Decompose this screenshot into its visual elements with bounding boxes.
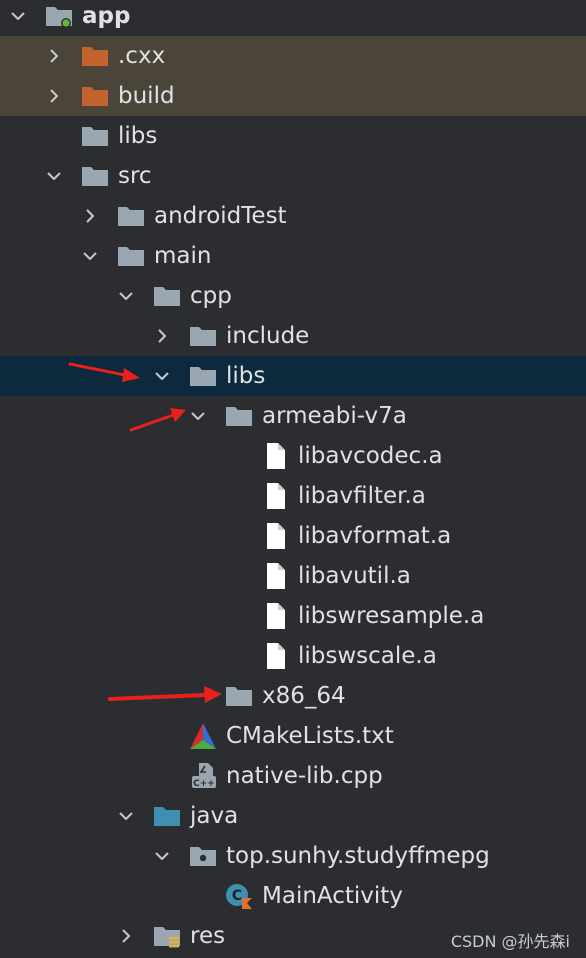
folder-icon <box>188 363 218 389</box>
tree-row[interactable]: CMakeLists.txt <box>0 716 586 756</box>
project-tree: app .cxx build libs src androidTest main cpp inc… <box>0 0 586 958</box>
tree-row[interactable]: .cxx <box>0 36 586 76</box>
tree-row[interactable]: armeabi-v7a <box>0 396 586 436</box>
file-icon <box>260 643 290 669</box>
folder-icon <box>116 243 146 269</box>
chevron-right-icon[interactable] <box>44 46 64 66</box>
file-icon <box>260 603 290 629</box>
tree-item-label: armeabi-v7a <box>262 403 407 429</box>
tree-row[interactable]: build <box>0 76 586 116</box>
file-icon <box>260 523 290 549</box>
chevron-down-icon[interactable] <box>116 286 136 306</box>
tree-row[interactable]: libavcodec.a <box>0 436 586 476</box>
tree-row[interactable]: top.sunhy.studyffmepg <box>0 836 586 876</box>
folder-icon <box>224 403 254 429</box>
chevron-right-icon[interactable] <box>44 86 64 106</box>
file-icon <box>260 443 290 469</box>
watermark: CSDN @孙先森i <box>450 932 570 951</box>
folder-icon <box>188 323 218 349</box>
folder-icon <box>152 283 182 309</box>
tree-row[interactable]: include <box>0 316 586 356</box>
tree-row[interactable]: java <box>0 796 586 836</box>
tree-item-label: x86_64 <box>262 683 346 709</box>
chevron-down-icon[interactable] <box>44 166 64 186</box>
tree-row[interactable]: main <box>0 236 586 276</box>
folder-icon <box>224 683 254 709</box>
tree-item-label: java <box>190 803 239 829</box>
tree-item-label: libavutil.a <box>298 563 411 589</box>
tree-item-label: top.sunhy.studyffmepg <box>226 843 490 869</box>
tree-item-label: res <box>190 923 226 949</box>
tree-item-label: include <box>226 323 310 349</box>
chevron-down-icon[interactable] <box>80 246 100 266</box>
cmake-icon <box>188 723 218 749</box>
folder-excluded-icon <box>80 43 110 69</box>
tree-item-label: MainActivity <box>262 883 403 909</box>
chevron-down-icon[interactable] <box>8 6 28 26</box>
tree-item-label: libswresample.a <box>298 603 485 629</box>
tree-item-label: libswscale.a <box>298 643 437 669</box>
tree-item-label: CMakeLists.txt <box>226 723 394 749</box>
tree-item-label: libavformat.a <box>298 523 452 549</box>
tree-row[interactable]: C MainActivity <box>0 876 586 916</box>
folder-icon <box>80 163 110 189</box>
package-icon <box>188 843 218 869</box>
chevron-down-icon[interactable] <box>116 806 136 826</box>
folder-excluded-icon <box>80 83 110 109</box>
tree-row[interactable]: libavfilter.a <box>0 476 586 516</box>
chevron-right-icon[interactable] <box>80 206 100 226</box>
chevron-right-icon[interactable] <box>116 926 136 946</box>
resource-folder-icon <box>152 923 182 949</box>
tree-row[interactable]: libs <box>0 116 586 156</box>
chevron-down-icon[interactable] <box>152 366 172 386</box>
tree-row[interactable]: cpp <box>0 276 586 316</box>
tree-row[interactable]: C++ native-lib.cpp <box>0 756 586 796</box>
module-folder-icon <box>44 3 74 29</box>
file-icon <box>260 563 290 589</box>
tree-item-label: libavfilter.a <box>298 483 426 509</box>
tree-row[interactable]: androidTest <box>0 196 586 236</box>
chevron-down-icon[interactable] <box>188 406 208 426</box>
kotlin-class-icon: C <box>224 883 254 909</box>
tree-item-label: .cxx <box>118 43 166 69</box>
tree-item-label: libs <box>226 363 266 389</box>
tree-item-label: cpp <box>190 283 232 309</box>
tree-row[interactable]: libswscale.a <box>0 636 586 676</box>
tree-item-label: build <box>118 83 175 109</box>
svg-text:C++: C++ <box>193 779 215 789</box>
cpp-file-icon: C++ <box>188 763 218 789</box>
tree-item-label: main <box>154 243 212 269</box>
tree-row[interactable]: libswresample.a <box>0 596 586 636</box>
tree-row[interactable]: libavformat.a <box>0 516 586 556</box>
chevron-down-icon[interactable] <box>152 846 172 866</box>
tree-item-label: src <box>118 163 152 189</box>
tree-row[interactable]: app <box>0 0 586 36</box>
chevron-right-icon[interactable] <box>152 326 172 346</box>
tree-row[interactable]: libs <box>0 356 586 396</box>
tree-item-label: native-lib.cpp <box>226 763 383 789</box>
tree-item-label: androidTest <box>154 203 287 229</box>
file-icon <box>260 483 290 509</box>
tree-item-label: libs <box>118 123 158 149</box>
folder-icon <box>80 123 110 149</box>
svg-text:C: C <box>232 888 242 904</box>
folder-icon <box>116 203 146 229</box>
tree-row[interactable]: src <box>0 156 586 196</box>
source-folder-icon <box>152 803 182 829</box>
tree-row[interactable]: x86_64 <box>0 676 586 716</box>
tree-item-label: app <box>82 3 131 29</box>
tree-item-label: libavcodec.a <box>298 443 443 469</box>
tree-row[interactable]: libavutil.a <box>0 556 586 596</box>
